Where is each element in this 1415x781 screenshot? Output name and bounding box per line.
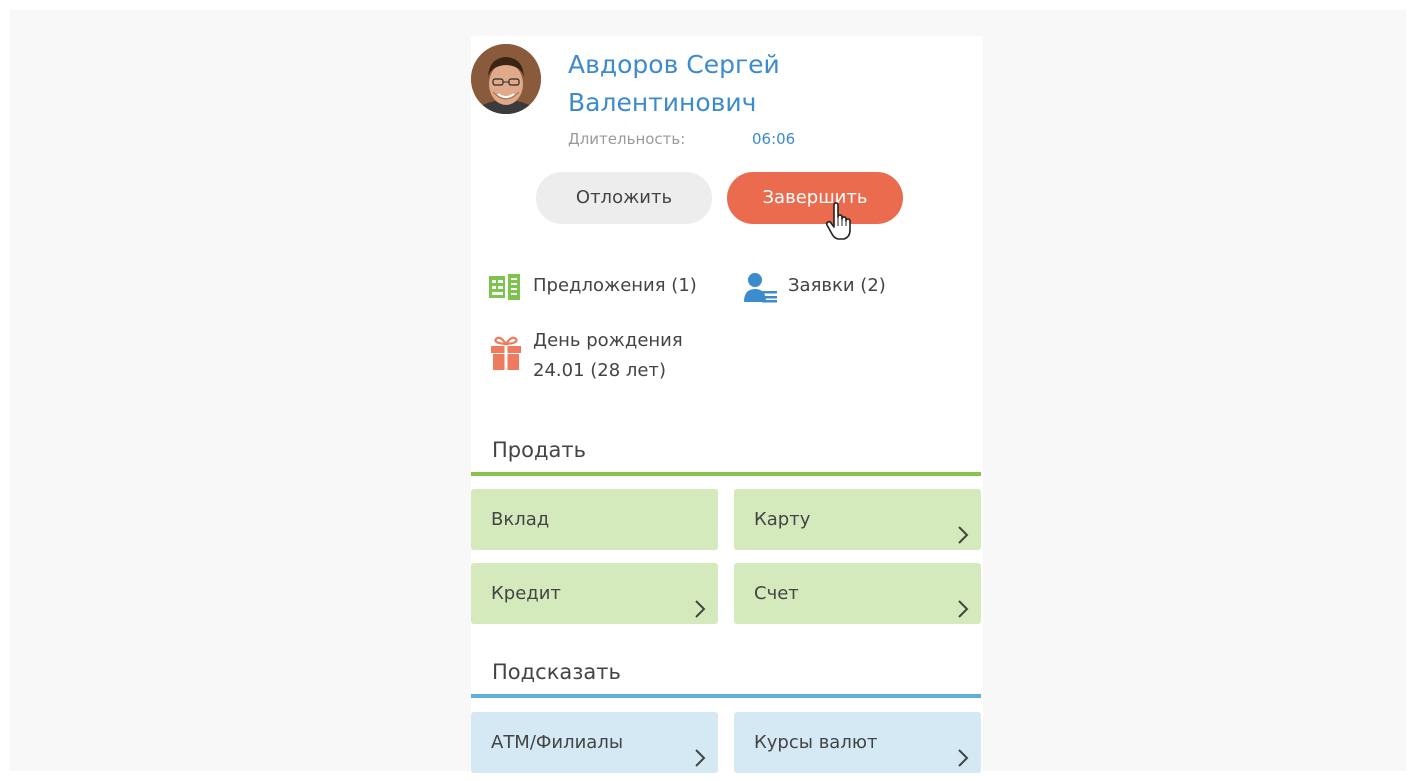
birthday-value: 24.01 (28 лет) bbox=[533, 360, 666, 381]
tile-label: Вклад bbox=[491, 509, 550, 530]
offers-document-icon bbox=[488, 273, 524, 305]
section-divider-sell bbox=[471, 472, 981, 476]
call-panel: Авдоров Сергей Валентинович Длительность… bbox=[471, 36, 983, 781]
chevron-right-icon bbox=[694, 583, 706, 644]
page-background: Авдоров Сергей Валентинович Длительность… bbox=[10, 10, 1406, 781]
birthday-title: День рождения bbox=[533, 330, 683, 351]
contact-avatar bbox=[471, 44, 541, 114]
tile-label: АТМ/Филиалы bbox=[491, 732, 624, 753]
requests-link[interactable]: Заявки (2) bbox=[788, 272, 886, 300]
duration-value: 06:06 bbox=[752, 130, 796, 148]
tile-account[interactable]: Счет bbox=[734, 563, 981, 624]
tile-card[interactable]: Карту bbox=[734, 489, 981, 550]
tile-deposit[interactable]: Вклад bbox=[471, 489, 718, 550]
chevron-right-icon bbox=[957, 583, 969, 644]
postpone-button[interactable]: Отложить bbox=[536, 172, 712, 224]
tile-label: Счет bbox=[754, 583, 799, 604]
section-divider-hint bbox=[471, 694, 981, 698]
duration-label: Длительность: bbox=[568, 130, 686, 148]
hand-pointer-icon bbox=[825, 202, 855, 246]
user-list-icon bbox=[743, 271, 779, 307]
chevron-right-icon bbox=[694, 732, 706, 781]
chevron-right-icon bbox=[957, 509, 969, 570]
tile-exchange-rates[interactable]: Курсы валют bbox=[734, 712, 981, 773]
tile-atm-branches[interactable]: АТМ/Филиалы bbox=[471, 712, 718, 773]
tile-label: Карту bbox=[754, 509, 811, 530]
tile-credit[interactable]: Кредит bbox=[471, 563, 718, 624]
tile-label: Кредит bbox=[491, 583, 561, 604]
section-title-sell: Продать bbox=[492, 438, 586, 462]
finish-button[interactable]: Завершить bbox=[727, 172, 903, 224]
tile-label: Курсы валют bbox=[754, 732, 878, 753]
section-title-hint: Подсказать bbox=[492, 660, 621, 684]
gift-icon bbox=[490, 335, 522, 375]
contact-name-link[interactable]: Авдоров Сергей Валентинович bbox=[568, 46, 888, 122]
chevron-right-icon bbox=[957, 732, 969, 781]
offers-link[interactable]: Предложения (1) bbox=[533, 272, 697, 300]
